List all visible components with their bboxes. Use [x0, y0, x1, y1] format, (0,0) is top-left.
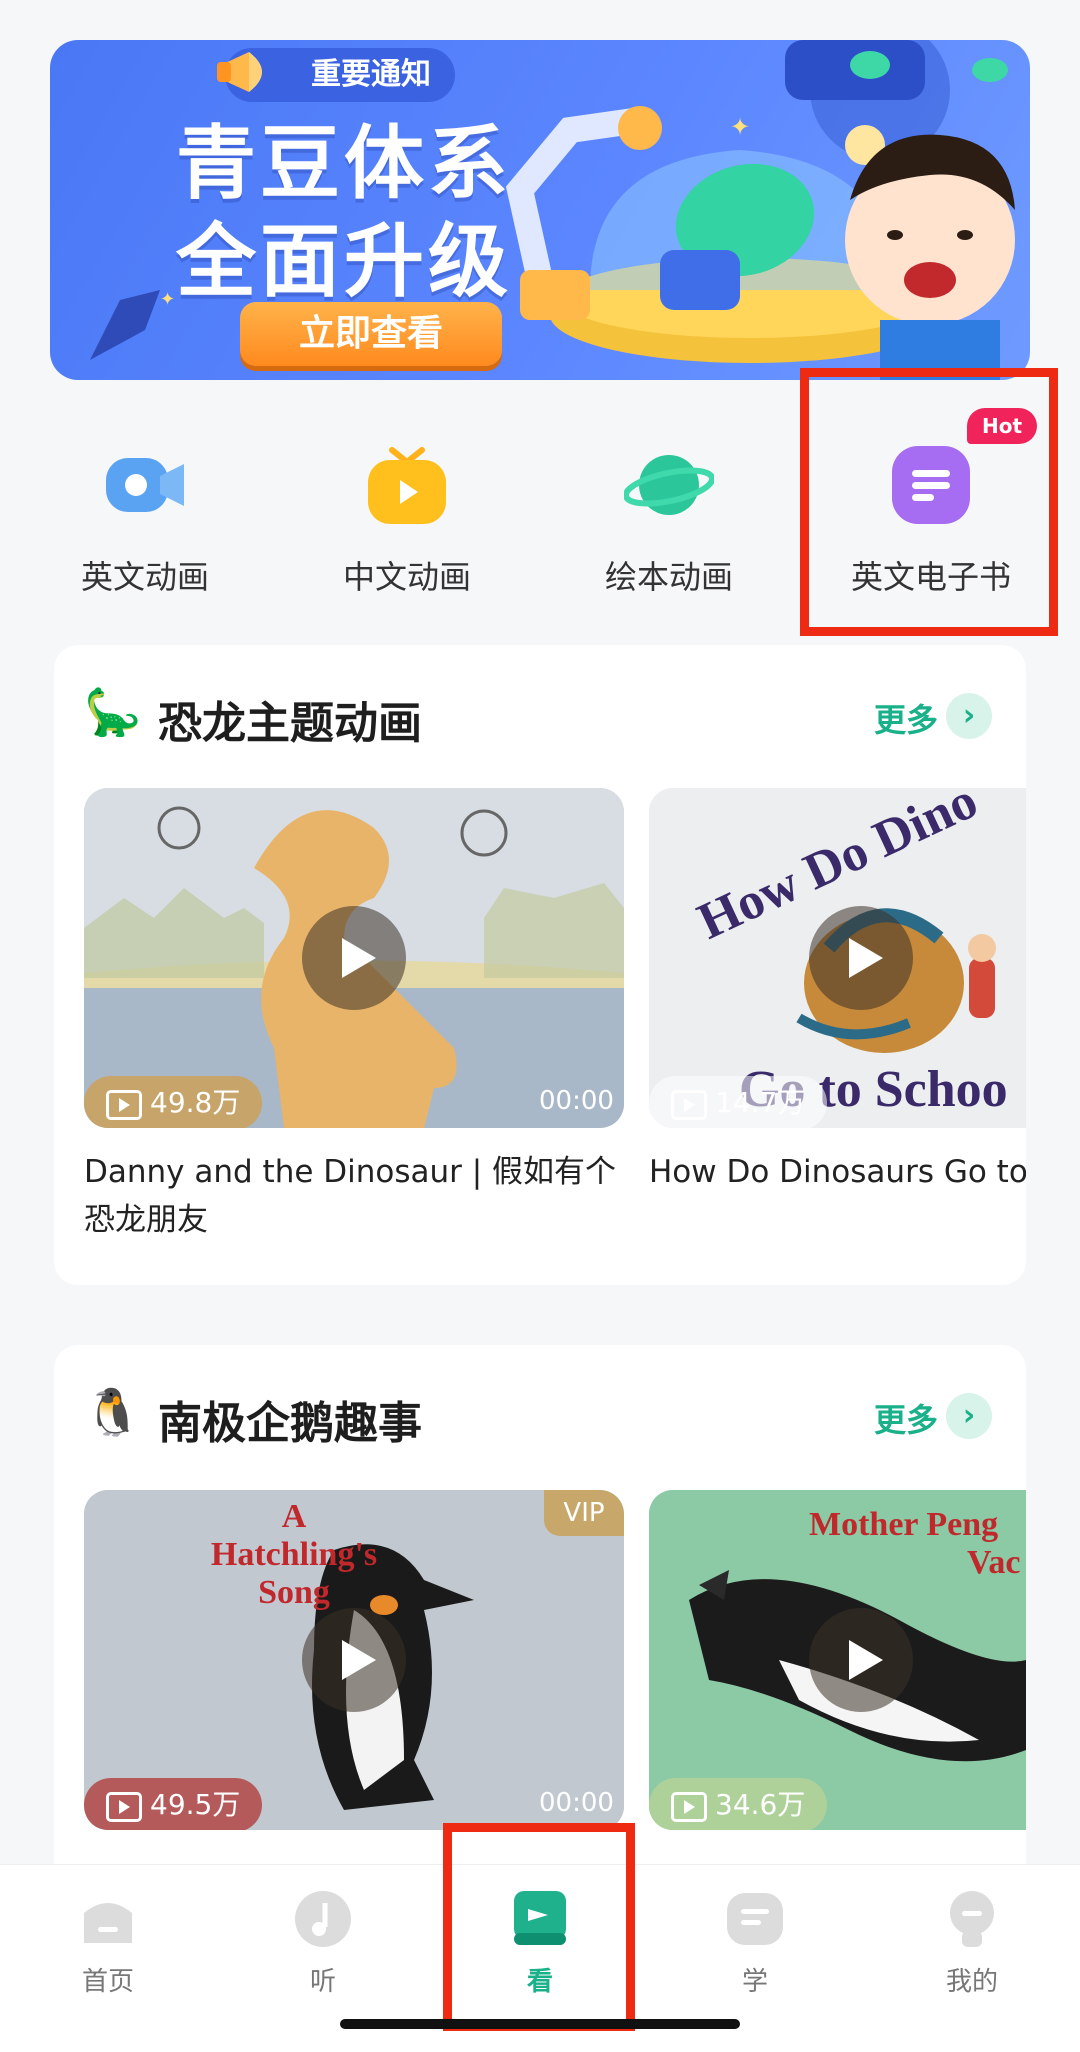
category-label: 绘本动画	[604, 558, 733, 596]
vip-badge: VIP	[544, 1490, 624, 1536]
play-button[interactable]	[302, 1608, 406, 1712]
category-chinese-animation[interactable]: 中文动画	[297, 440, 517, 598]
profile-icon	[940, 1887, 1004, 1951]
highlight-box-ebook	[800, 368, 1058, 636]
video-camera-icon	[100, 440, 190, 530]
thumbnail-title-text: A Hatchling's Song	[211, 1498, 377, 1612]
chevron-right-icon[interactable]: ›	[946, 1393, 992, 1439]
view-count-badge: 14.7万	[649, 1076, 828, 1128]
video-thumbnail[interactable]: 49.8万 00:00	[84, 788, 624, 1128]
more-link[interactable]: 更多	[874, 1395, 938, 1441]
view-count-badge: 34.6万	[649, 1778, 828, 1830]
play-count-icon	[671, 1090, 707, 1120]
banner-title-line2: 全面升级	[176, 215, 512, 308]
view-count-badge: 49.8万	[84, 1076, 263, 1128]
chevron-right-icon[interactable]: ›	[946, 693, 992, 739]
section-card-dinosaur: 🦕 恐龙主题动画 更多 › 49.8万 00:00 Danny and the …	[54, 645, 1026, 1285]
category-label: 中文动画	[342, 558, 471, 596]
thumbnail-title-line: Hatchling's	[210, 1536, 378, 1573]
highlight-box-watch-tab	[443, 1823, 635, 2031]
video-title[interactable]: Danny and the Dinosaur | 假如有个恐龙朋友	[84, 1148, 624, 1244]
nav-tab-learn[interactable]: 学	[680, 1887, 830, 1998]
category-label: 英文动画	[80, 558, 209, 596]
tv-play-icon	[362, 440, 452, 530]
thumbnail-title-line: A	[281, 1498, 307, 1535]
svg-text:✦: ✦	[730, 113, 750, 141]
video-title[interactable]: How Do Dinosaurs Go to	[649, 1148, 1026, 1196]
duration: 00:00	[539, 1788, 614, 1818]
nav-label: 听	[309, 1967, 336, 1997]
notice-label: 重要通知	[311, 57, 431, 92]
view-count: 34.6万	[715, 1788, 806, 1821]
nav-label: 我的	[945, 1967, 998, 1997]
dinosaur-emoji-icon: 🦕	[84, 685, 142, 739]
video-thumbnail[interactable]: Mother Peng Vac 34.6万	[649, 1490, 1026, 1830]
home-icon	[76, 1887, 140, 1951]
section-card-penguin: 🐧 南极企鹅趣事 更多 › A Hatchling's Song VIP 49.…	[54, 1345, 1026, 1885]
play-button[interactable]	[302, 906, 406, 1010]
learn-icon	[723, 1887, 787, 1951]
banner-title: 青豆体系 全面升级	[176, 115, 512, 311]
thumbnail-title-text: Mother Peng	[809, 1506, 999, 1543]
duration: 00:00	[539, 1086, 614, 1116]
nav-tab-listen[interactable]: 听	[248, 1887, 398, 1998]
thumbnail-title-text: Vac	[967, 1544, 1021, 1581]
promo-banner[interactable]: ✦ ✦ 重要通知 青豆体系 全面升级 立即查看	[50, 40, 1030, 380]
more-link[interactable]: 更多	[874, 695, 938, 741]
section-title: 南极企鹅趣事	[158, 1398, 422, 1449]
play-count-icon	[671, 1792, 707, 1822]
svg-text:✦: ✦	[160, 289, 175, 310]
megaphone-icon	[217, 52, 262, 92]
thumbnail-title-line: Song	[258, 1574, 330, 1611]
music-note-icon	[291, 1887, 355, 1951]
view-count: 49.8万	[150, 1086, 241, 1119]
category-english-animation[interactable]: 英文动画	[35, 440, 255, 598]
play-count-icon	[106, 1792, 142, 1822]
home-indicator	[340, 2019, 740, 2029]
view-now-button[interactable]: 立即查看	[240, 302, 502, 366]
nav-tab-home[interactable]: 首页	[33, 1887, 183, 1998]
play-count-icon	[106, 1090, 142, 1120]
view-count-badge: 49.5万	[84, 1778, 263, 1830]
category-picture-book-animation[interactable]: 绘本动画	[559, 440, 779, 598]
planet-icon	[622, 440, 716, 530]
video-thumbnail[interactable]: How Do Dino Go to Schoo 14.7万	[649, 788, 1026, 1128]
view-count: 14.7万	[715, 1086, 806, 1119]
video-thumbnail[interactable]: A Hatchling's Song VIP 49.5万 00:00	[84, 1490, 624, 1830]
section-title: 恐龙主题动画	[158, 698, 422, 749]
nav-label: 首页	[81, 1967, 134, 1997]
view-count: 49.5万	[150, 1788, 241, 1821]
play-button[interactable]	[809, 1608, 913, 1712]
play-button[interactable]	[809, 906, 913, 1010]
nav-tab-me[interactable]: 我的	[897, 1887, 1047, 1998]
nav-label: 学	[741, 1967, 768, 1997]
banner-title-line1: 青豆体系	[176, 117, 512, 210]
penguin-emoji-icon: 🐧	[84, 1385, 142, 1439]
